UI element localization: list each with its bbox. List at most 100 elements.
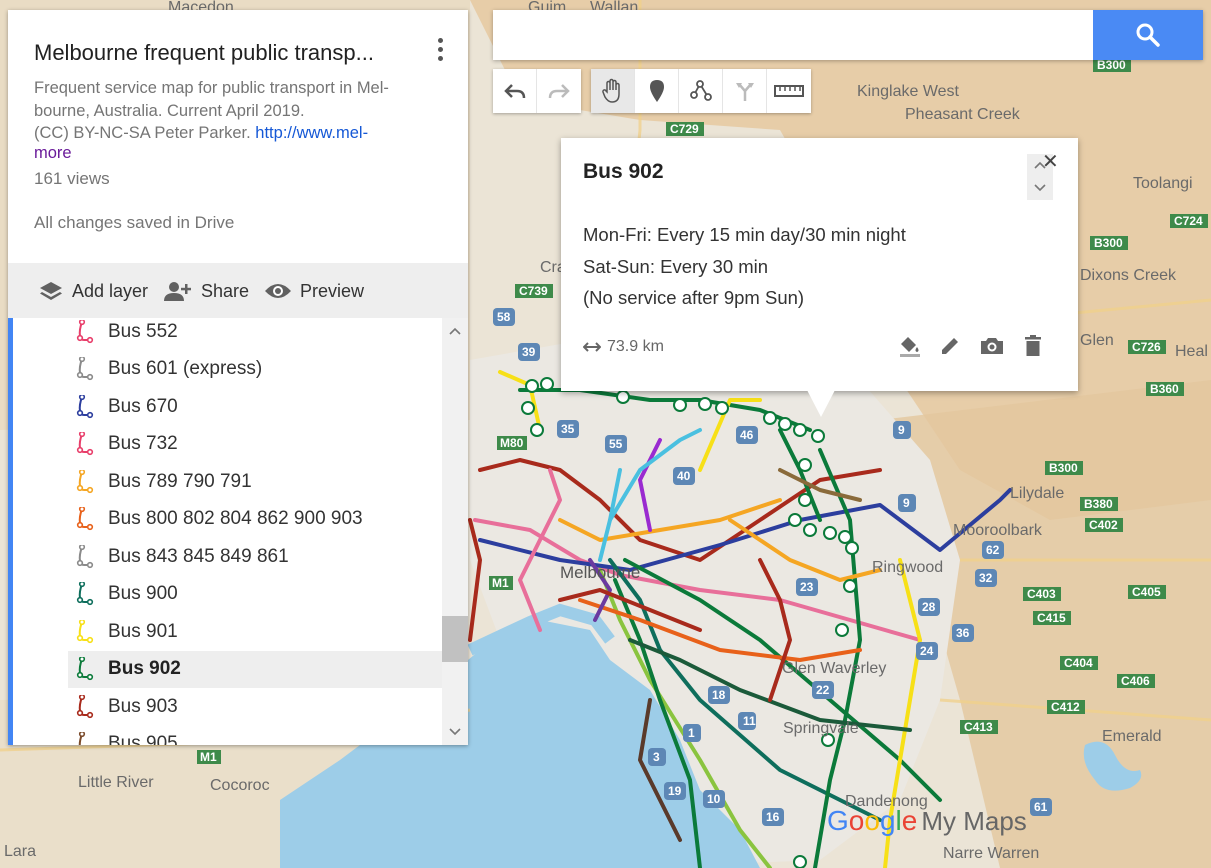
scroll-down-icon[interactable]	[442, 723, 468, 741]
svg-text:18: 18	[712, 688, 726, 702]
svg-text:32: 32	[979, 571, 993, 585]
svg-text:C404: C404	[1064, 656, 1093, 670]
search-button[interactable]	[1093, 10, 1203, 60]
share-button[interactable]: Share	[163, 277, 249, 305]
map-info-panel: Melbourne frequent public transp... Freq…	[8, 10, 468, 745]
layer-accent-bar	[8, 318, 13, 745]
style-button[interactable]	[895, 332, 925, 360]
svg-text:C412: C412	[1051, 700, 1080, 714]
svg-text:58: 58	[497, 310, 511, 324]
layer-item[interactable]: Bus 905	[68, 726, 442, 745]
layer-item[interactable]: Bus 902	[68, 650, 442, 688]
undo-icon	[503, 84, 525, 99]
svg-text:Lara: Lara	[4, 843, 36, 860]
svg-text:C729: C729	[670, 122, 699, 136]
layer-item[interactable]: Bus 601 (express)	[68, 351, 442, 388]
svg-text:3: 3	[653, 750, 660, 764]
draw-line-button[interactable]	[679, 69, 723, 113]
add-marker-button[interactable]	[635, 69, 679, 113]
logo-product: My Maps	[921, 806, 1027, 836]
layer-label: Bus 789 790 791	[108, 470, 252, 492]
map-description[interactable]: Frequent service map for public transpor…	[34, 77, 439, 145]
svg-text:39: 39	[522, 345, 536, 359]
svg-text:B300: B300	[1094, 236, 1123, 250]
view-count: 161 views	[34, 169, 110, 188]
line-route-icon	[76, 694, 94, 718]
svg-text:C413: C413	[964, 720, 993, 734]
svg-text:C724: C724	[1174, 214, 1203, 228]
svg-text:C726: C726	[1132, 340, 1161, 354]
scroll-thumb[interactable]	[442, 616, 468, 662]
line-route-icon	[76, 544, 94, 568]
svg-text:C402: C402	[1089, 518, 1118, 532]
svg-text:B300: B300	[1097, 58, 1126, 72]
add-layer-label: Add layer	[72, 280, 149, 301]
layer-label: Bus 905	[108, 733, 178, 745]
redo-button[interactable]	[537, 69, 581, 113]
layer-item[interactable]: Bus 552	[68, 318, 442, 350]
svg-text:Emerald: Emerald	[1102, 728, 1162, 745]
svg-text:10: 10	[707, 792, 721, 806]
add-layer-button[interactable]: Add layer	[38, 277, 148, 305]
layer-item[interactable]: Bus 670	[68, 388, 442, 425]
svg-text:Pheasant Creek: Pheasant Creek	[905, 106, 1021, 123]
close-icon[interactable]: ✕	[1042, 152, 1059, 172]
layer-item[interactable]: Bus 843 845 849 861	[68, 538, 442, 575]
draw-line-icon	[689, 80, 712, 101]
delete-button[interactable]	[1018, 332, 1048, 360]
panel-toolbar: Add layer Share Preview	[8, 263, 468, 318]
preview-label: Preview	[300, 280, 365, 301]
search-input[interactable]	[493, 10, 1093, 60]
add-photo-button[interactable]	[977, 332, 1007, 360]
svg-text:35: 35	[561, 422, 575, 436]
layer-label: Bus 670	[108, 395, 178, 417]
layer-label: Bus 903	[108, 695, 178, 717]
layer-item[interactable]: Bus 903	[68, 688, 442, 725]
scroll-up-icon[interactable]	[442, 322, 468, 340]
more-options-icon[interactable]	[434, 38, 446, 66]
map-title[interactable]: Melbourne frequent public transp...	[34, 40, 419, 66]
svg-text:C405: C405	[1132, 585, 1161, 599]
layer-list-scrollbar[interactable]	[442, 318, 468, 745]
schedule-note: (No service after 9pm Sun)	[583, 287, 805, 308]
svg-text:22: 22	[816, 683, 830, 697]
layers-icon	[40, 282, 62, 300]
layer-item[interactable]: Bus 900	[68, 576, 442, 613]
pan-tool-button[interactable]	[591, 69, 635, 113]
hand-icon	[601, 78, 620, 103]
measure-button[interactable]	[767, 69, 811, 113]
svg-text:28: 28	[922, 600, 936, 614]
undo-button[interactable]	[493, 69, 537, 113]
svg-text:Ringwood: Ringwood	[872, 559, 943, 576]
paint-bucket-icon	[900, 337, 920, 357]
history-tools	[493, 69, 581, 113]
more-link[interactable]: more	[34, 144, 72, 163]
layer-item[interactable]: Bus 800 802 804 862 900 903	[68, 501, 442, 538]
layer-label: Bus 901	[108, 620, 178, 642]
line-route-icon	[76, 394, 94, 418]
draw-tools	[591, 69, 811, 113]
svg-text:40: 40	[677, 469, 691, 483]
layer-item[interactable]: Bus 789 790 791	[68, 463, 442, 500]
search-box	[493, 10, 1203, 60]
chevron-down-icon[interactable]	[1027, 177, 1053, 199]
layer-label: Bus 902	[108, 658, 181, 679]
save-status: All changes saved in Drive	[34, 213, 235, 232]
svg-text:23: 23	[800, 580, 814, 594]
svg-text:16: 16	[766, 810, 780, 824]
preview-button[interactable]: Preview	[264, 277, 364, 305]
svg-text:B380: B380	[1084, 497, 1113, 511]
layer-label: Bus 552	[108, 320, 178, 342]
directions-button[interactable]	[723, 69, 767, 113]
description-link[interactable]: http://www.mel-	[255, 124, 368, 142]
svg-text:61: 61	[1034, 800, 1048, 814]
svg-text:C415: C415	[1037, 611, 1066, 625]
layer-item[interactable]: Bus 901	[68, 613, 442, 650]
panel-header: Melbourne frequent public transp... Freq…	[8, 10, 468, 263]
svg-text:M1: M1	[200, 750, 217, 764]
edit-button[interactable]	[935, 332, 965, 360]
line-route-icon	[76, 469, 94, 493]
layer-item[interactable]: Bus 732	[68, 426, 442, 463]
camera-icon	[981, 338, 1003, 354]
svg-text:Narre Warren: Narre Warren	[943, 845, 1039, 862]
